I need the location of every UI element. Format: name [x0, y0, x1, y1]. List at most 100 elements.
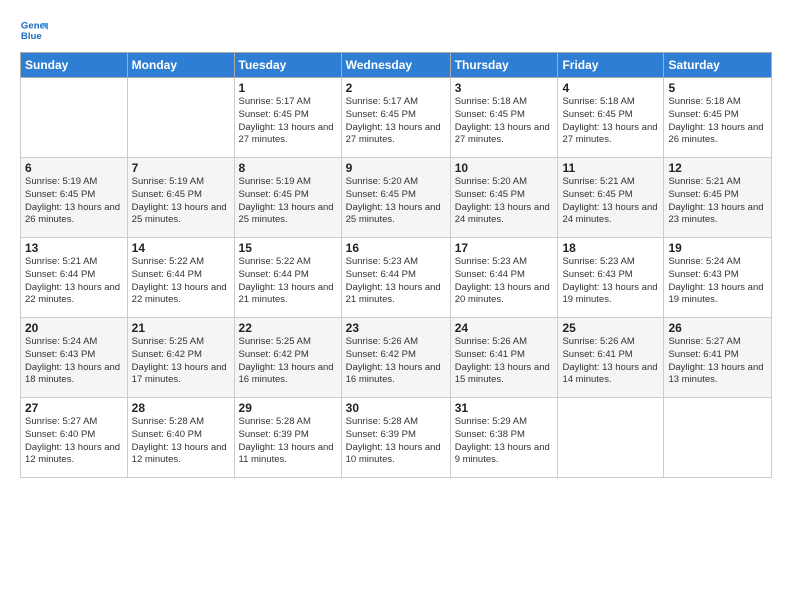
day-info: Sunrise: 5:18 AMSunset: 6:45 PMDaylight:… [455, 96, 554, 147]
day-info: Sunrise: 5:23 AMSunset: 6:43 PMDaylight:… [562, 256, 659, 307]
calendar-week-row: 27Sunrise: 5:27 AMSunset: 6:40 PMDayligh… [21, 398, 772, 478]
calendar-cell: 3Sunrise: 5:18 AMSunset: 6:45 PMDaylight… [450, 78, 558, 158]
day-info: Sunrise: 5:21 AMSunset: 6:45 PMDaylight:… [668, 176, 767, 227]
daylight-text: Daylight: 13 hours and 9 minutes. [455, 442, 554, 468]
calendar-cell: 16Sunrise: 5:23 AMSunset: 6:44 PMDayligh… [341, 238, 450, 318]
sunset-text: Sunset: 6:44 PM [346, 269, 446, 282]
day-number: 25 [562, 321, 659, 335]
calendar-cell: 26Sunrise: 5:27 AMSunset: 6:41 PMDayligh… [664, 318, 772, 398]
sunrise-text: Sunrise: 5:23 AM [346, 256, 446, 269]
day-number: 18 [562, 241, 659, 255]
calendar-week-row: 13Sunrise: 5:21 AMSunset: 6:44 PMDayligh… [21, 238, 772, 318]
day-number: 27 [25, 401, 123, 415]
sunset-text: Sunset: 6:44 PM [455, 269, 554, 282]
sunset-text: Sunset: 6:45 PM [239, 189, 337, 202]
sunset-text: Sunset: 6:45 PM [346, 109, 446, 122]
sunrise-text: Sunrise: 5:23 AM [455, 256, 554, 269]
day-info: Sunrise: 5:25 AMSunset: 6:42 PMDaylight:… [132, 336, 230, 387]
calendar-cell: 23Sunrise: 5:26 AMSunset: 6:42 PMDayligh… [341, 318, 450, 398]
sunrise-text: Sunrise: 5:20 AM [346, 176, 446, 189]
logo: General Blue [20, 16, 50, 44]
sunset-text: Sunset: 6:41 PM [668, 349, 767, 362]
calendar-cell [127, 78, 234, 158]
daylight-text: Daylight: 13 hours and 14 minutes. [562, 362, 659, 388]
sunrise-text: Sunrise: 5:19 AM [239, 176, 337, 189]
sunset-text: Sunset: 6:41 PM [455, 349, 554, 362]
sunrise-text: Sunrise: 5:21 AM [25, 256, 123, 269]
daylight-text: Daylight: 13 hours and 27 minutes. [455, 122, 554, 148]
sunset-text: Sunset: 6:44 PM [239, 269, 337, 282]
calendar-cell: 20Sunrise: 5:24 AMSunset: 6:43 PMDayligh… [21, 318, 128, 398]
sunrise-text: Sunrise: 5:21 AM [562, 176, 659, 189]
sunrise-text: Sunrise: 5:28 AM [239, 416, 337, 429]
calendar-cell [558, 398, 664, 478]
daylight-text: Daylight: 13 hours and 11 minutes. [239, 442, 337, 468]
sunset-text: Sunset: 6:39 PM [239, 429, 337, 442]
daylight-text: Daylight: 13 hours and 25 minutes. [239, 202, 337, 228]
weekday-header-cell: Wednesday [341, 53, 450, 78]
sunrise-text: Sunrise: 5:25 AM [132, 336, 230, 349]
calendar-week-row: 6Sunrise: 5:19 AMSunset: 6:45 PMDaylight… [21, 158, 772, 238]
sunrise-text: Sunrise: 5:26 AM [346, 336, 446, 349]
day-number: 1 [239, 81, 337, 95]
calendar-week-row: 20Sunrise: 5:24 AMSunset: 6:43 PMDayligh… [21, 318, 772, 398]
day-number: 13 [25, 241, 123, 255]
sunset-text: Sunset: 6:40 PM [25, 429, 123, 442]
calendar-cell: 25Sunrise: 5:26 AMSunset: 6:41 PMDayligh… [558, 318, 664, 398]
day-info: Sunrise: 5:18 AMSunset: 6:45 PMDaylight:… [668, 96, 767, 147]
calendar-cell: 19Sunrise: 5:24 AMSunset: 6:43 PMDayligh… [664, 238, 772, 318]
sunrise-text: Sunrise: 5:29 AM [455, 416, 554, 429]
day-info: Sunrise: 5:28 AMSunset: 6:40 PMDaylight:… [132, 416, 230, 467]
sunset-text: Sunset: 6:44 PM [132, 269, 230, 282]
daylight-text: Daylight: 13 hours and 12 minutes. [132, 442, 230, 468]
sunset-text: Sunset: 6:38 PM [455, 429, 554, 442]
calendar-cell: 29Sunrise: 5:28 AMSunset: 6:39 PMDayligh… [234, 398, 341, 478]
daylight-text: Daylight: 13 hours and 10 minutes. [346, 442, 446, 468]
calendar-cell: 9Sunrise: 5:20 AMSunset: 6:45 PMDaylight… [341, 158, 450, 238]
sunrise-text: Sunrise: 5:18 AM [668, 96, 767, 109]
daylight-text: Daylight: 13 hours and 12 minutes. [25, 442, 123, 468]
daylight-text: Daylight: 13 hours and 16 minutes. [239, 362, 337, 388]
calendar-cell: 22Sunrise: 5:25 AMSunset: 6:42 PMDayligh… [234, 318, 341, 398]
sunset-text: Sunset: 6:45 PM [562, 109, 659, 122]
calendar-cell: 15Sunrise: 5:22 AMSunset: 6:44 PMDayligh… [234, 238, 341, 318]
day-info: Sunrise: 5:28 AMSunset: 6:39 PMDaylight:… [239, 416, 337, 467]
sunrise-text: Sunrise: 5:18 AM [562, 96, 659, 109]
sunset-text: Sunset: 6:40 PM [132, 429, 230, 442]
day-info: Sunrise: 5:27 AMSunset: 6:40 PMDaylight:… [25, 416, 123, 467]
sunrise-text: Sunrise: 5:23 AM [562, 256, 659, 269]
sunrise-text: Sunrise: 5:20 AM [455, 176, 554, 189]
daylight-text: Daylight: 13 hours and 20 minutes. [455, 282, 554, 308]
calendar-cell: 28Sunrise: 5:28 AMSunset: 6:40 PMDayligh… [127, 398, 234, 478]
daylight-text: Daylight: 13 hours and 18 minutes. [25, 362, 123, 388]
day-number: 4 [562, 81, 659, 95]
daylight-text: Daylight: 13 hours and 22 minutes. [132, 282, 230, 308]
sunrise-text: Sunrise: 5:19 AM [25, 176, 123, 189]
sunrise-text: Sunrise: 5:22 AM [239, 256, 337, 269]
day-number: 2 [346, 81, 446, 95]
calendar-cell: 4Sunrise: 5:18 AMSunset: 6:45 PMDaylight… [558, 78, 664, 158]
day-number: 12 [668, 161, 767, 175]
day-info: Sunrise: 5:26 AMSunset: 6:42 PMDaylight:… [346, 336, 446, 387]
daylight-text: Daylight: 13 hours and 17 minutes. [132, 362, 230, 388]
day-number: 3 [455, 81, 554, 95]
sunrise-text: Sunrise: 5:27 AM [25, 416, 123, 429]
day-info: Sunrise: 5:26 AMSunset: 6:41 PMDaylight:… [455, 336, 554, 387]
weekday-header-cell: Thursday [450, 53, 558, 78]
sunrise-text: Sunrise: 5:24 AM [668, 256, 767, 269]
sunset-text: Sunset: 6:43 PM [668, 269, 767, 282]
sunset-text: Sunset: 6:44 PM [25, 269, 123, 282]
calendar-week-row: 1Sunrise: 5:17 AMSunset: 6:45 PMDaylight… [21, 78, 772, 158]
day-number: 9 [346, 161, 446, 175]
calendar-cell [21, 78, 128, 158]
calendar-cell: 13Sunrise: 5:21 AMSunset: 6:44 PMDayligh… [21, 238, 128, 318]
sunrise-text: Sunrise: 5:26 AM [562, 336, 659, 349]
day-number: 8 [239, 161, 337, 175]
day-info: Sunrise: 5:21 AMSunset: 6:45 PMDaylight:… [562, 176, 659, 227]
weekday-header-cell: Tuesday [234, 53, 341, 78]
day-info: Sunrise: 5:21 AMSunset: 6:44 PMDaylight:… [25, 256, 123, 307]
day-info: Sunrise: 5:20 AMSunset: 6:45 PMDaylight:… [346, 176, 446, 227]
day-number: 19 [668, 241, 767, 255]
sunset-text: Sunset: 6:43 PM [562, 269, 659, 282]
daylight-text: Daylight: 13 hours and 16 minutes. [346, 362, 446, 388]
